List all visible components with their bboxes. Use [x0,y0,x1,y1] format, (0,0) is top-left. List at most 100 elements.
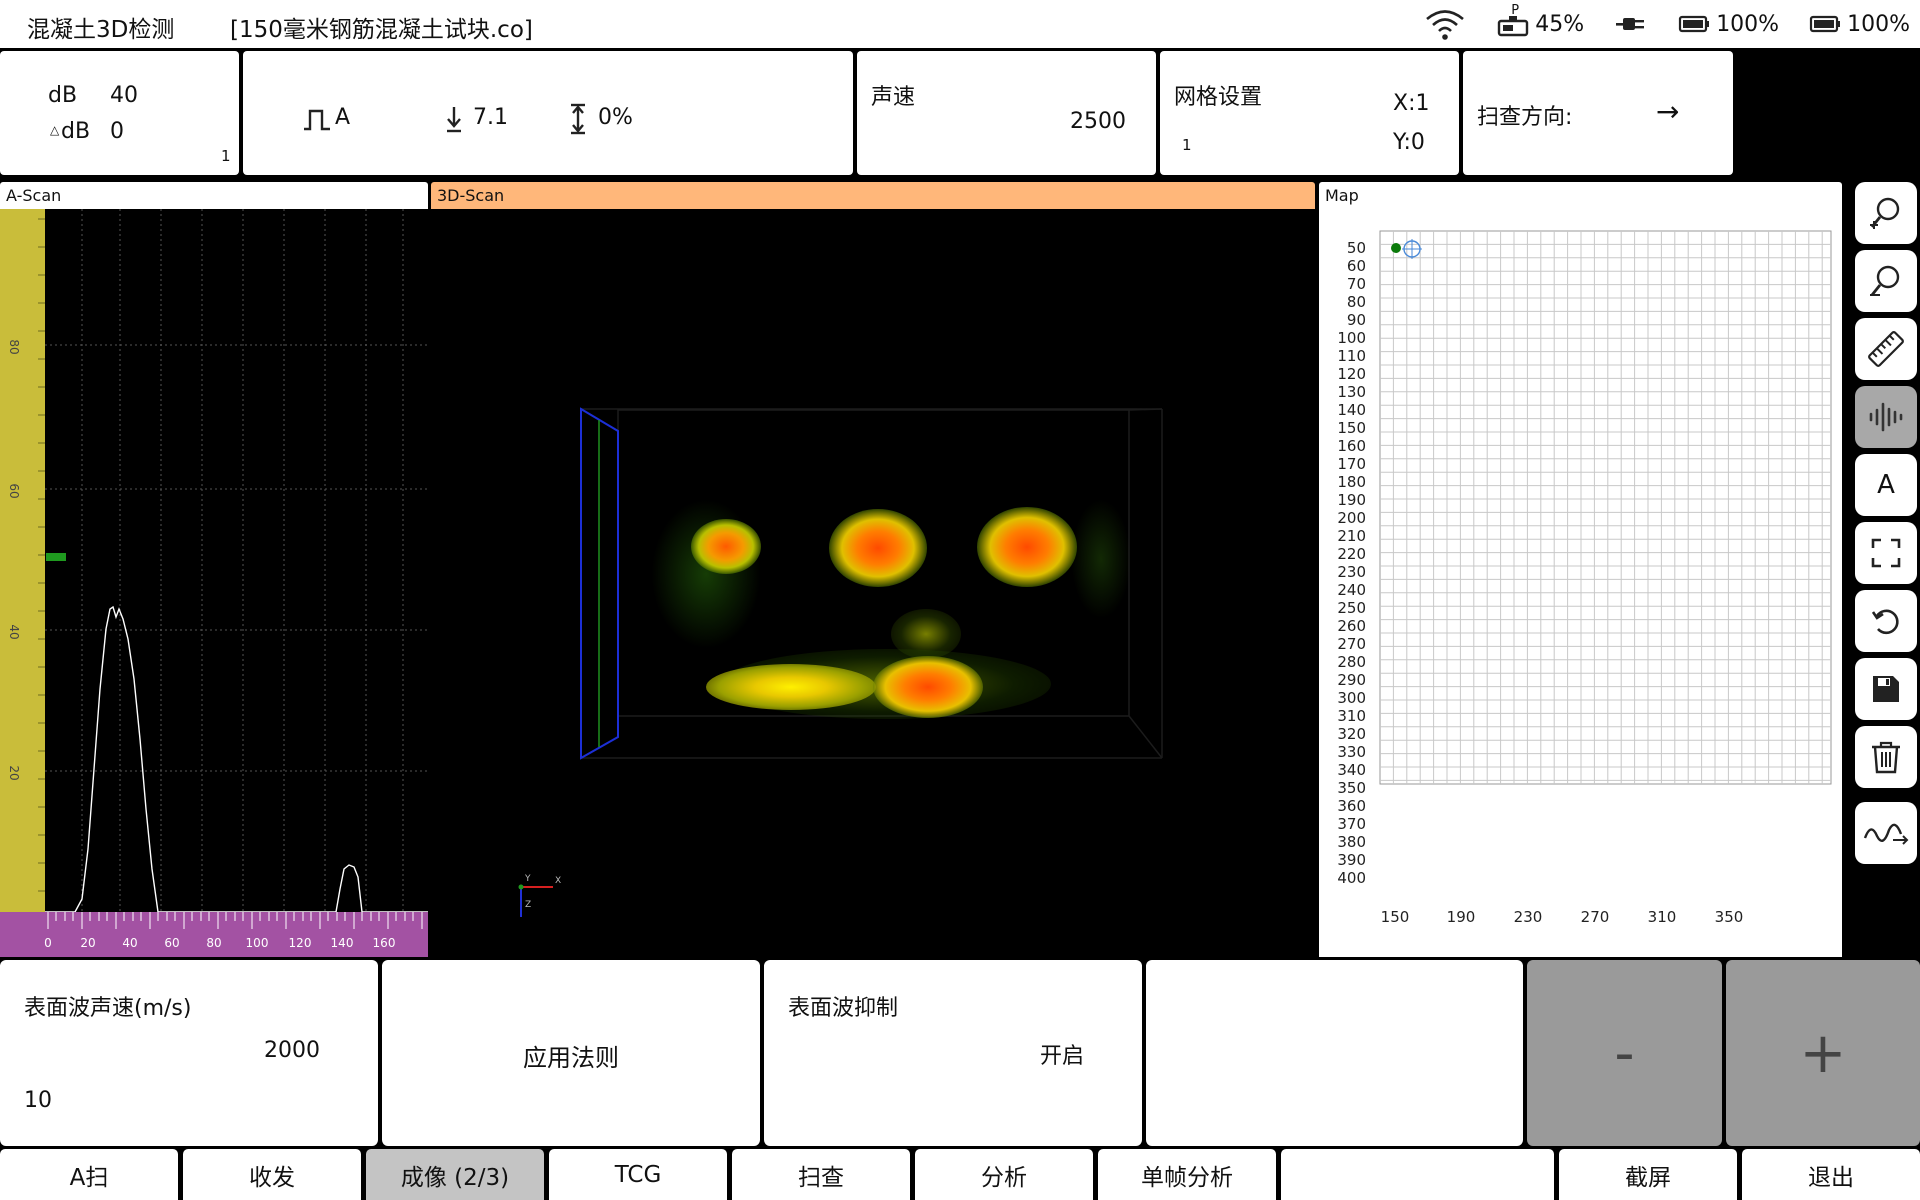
map-y-tick: 190 [1337,491,1366,509]
empty-control-slot [1146,960,1523,1146]
map-y-tick: 300 [1337,689,1366,707]
ascan-x-tick: 0 [44,936,52,950]
battery-2: 100% [1809,12,1910,37]
map-y-tick: 220 [1337,545,1366,563]
battery-1: 100% [1678,12,1779,37]
map-y-tick: 250 [1337,599,1366,617]
map-view[interactable]: 50 60 70 80 90 100 110 120 130 140 150 1… [1319,209,1842,957]
map-y-tick: 400 [1337,869,1366,887]
reflector-blob [706,664,876,710]
increase-button[interactable]: + [1726,960,1920,1146]
tab-screenshot[interactable]: 截屏 [1559,1149,1737,1200]
reflector-blob [873,656,983,718]
text-annotation-button[interactable]: A [1855,454,1917,516]
tab-transceiver[interactable]: 收发 [183,1149,361,1200]
save-icon [1873,676,1899,702]
file-name: [150毫米钢筋混凝土试块.co] [230,17,533,43]
ascan-x-tick: 80 [206,936,221,950]
surface-velocity-control[interactable]: 表面波声速(m/s) 2000 10 [0,960,378,1146]
fullscreen-icon [1871,538,1901,568]
decrease-button[interactable]: - [1527,960,1722,1146]
map-y-tick: 360 [1337,797,1366,815]
velocity-label: 声速 [871,85,916,110]
apply-rule-button[interactable]: 应用法则 [382,960,760,1146]
surface-suppress-control[interactable]: 表面波抑制 开启 [764,960,1142,1146]
gate-width-icon [571,103,585,135]
map-y-tick: 120 [1337,365,1366,383]
tab-single-frame-analysis[interactable]: 单帧分析 [1098,1149,1276,1200]
delta-db-label: dB [61,119,91,144]
probe-battery-level: 45% [1535,11,1585,37]
signal-button[interactable] [1855,802,1917,864]
tab-exit[interactable]: 退出 [1742,1149,1920,1200]
surface-velocity-label: 表面波声速(m/s) [24,996,192,1021]
distance-ruler [0,912,428,957]
map-y-tick: 200 [1337,509,1366,527]
ascan-title[interactable]: A-Scan [0,182,428,209]
surface-velocity-step: 10 [24,1088,52,1113]
scan-direction-label: 扫查方向: [1477,105,1573,130]
tab-analysis[interactable]: 分析 [915,1149,1093,1200]
reflector-blob [651,499,761,649]
reflector-blob [977,507,1077,587]
scan-direction-arrow: → [1656,95,1680,128]
tab-tcg[interactable]: TCG [549,1149,727,1200]
undo-button[interactable] [1855,590,1917,652]
surface-suppress-label: 表面波抑制 [788,996,899,1021]
map-x-tick: 190 [1447,908,1476,926]
map-y-tick: 90 [1347,311,1366,329]
map-y-tick: 340 [1337,761,1366,779]
scan3d-title[interactable]: 3D-Scan [431,182,1315,209]
status-bar: 混凝土3D检测 [150毫米钢筋混凝土试块.co] P 45% 100% 100… [0,0,1920,48]
map-y-tick: 150 [1337,419,1366,437]
map-y-tick: 210 [1337,527,1366,545]
ascan-x-tick: 160 [373,936,396,950]
ruler-icon [1868,331,1904,367]
fullscreen-button[interactable] [1855,522,1917,584]
tab-scan[interactable]: 扫查 [732,1149,910,1200]
scan-direction-panel[interactable]: 扫查方向: → [1463,51,1733,175]
zoom-in-button[interactable] [1855,182,1917,244]
gain-panel[interactable]: dB 40 △ dB 0 1 [0,51,239,175]
delta-icon: △ [50,123,60,137]
measure-button[interactable] [1855,318,1917,380]
arrow-down-icon [447,107,461,133]
velocity-panel[interactable]: 声速 2500 [857,51,1156,175]
ascan-x-tick: 20 [80,936,95,950]
map-y-tick: 110 [1337,347,1366,365]
map-x-tick: 230 [1514,908,1543,926]
grid-settings-panel[interactable]: 网格设置 1 X:1 Y:0 [1160,51,1459,175]
map-y-tick: 130 [1337,383,1366,401]
reflector-blob [829,509,927,587]
map-y-tick: 180 [1337,473,1366,491]
map-title[interactable]: Map [1319,182,1842,209]
tab-ascan[interactable]: A扫 [0,1149,178,1200]
db-step: 1 [221,147,231,165]
map-y-tick: 320 [1337,725,1366,743]
charging-status [1614,14,1648,34]
zoom-out-button[interactable] [1855,250,1917,312]
axis-gizmo: Y X Z [518,874,561,917]
app-title: 混凝土3D检测 [27,17,175,43]
ascan-view[interactable]: 80 60 40 20 0 20 40 60 80 100 120 140 16… [0,209,428,957]
apply-rule-label: 应用法则 [523,1044,619,1072]
velocity-value: 2500 [1070,109,1126,134]
map-y-tick: 50 [1347,239,1366,257]
map-y-tick: 380 [1337,833,1366,851]
undo-icon [1871,609,1899,635]
letter-a-icon: A [1877,470,1895,500]
ascan-y-tick: 20 [7,765,21,780]
save-button[interactable] [1855,658,1917,720]
tab-imaging[interactable]: 成像 (2/3) [366,1149,544,1200]
surface-suppress-value: 开启 [1039,1044,1084,1069]
waveform-button[interactable] [1855,386,1917,448]
battery-icon [1679,15,1710,33]
map-y-tick: 280 [1337,653,1366,671]
scan3d-view[interactable]: Y X Z [431,209,1315,957]
delete-button[interactable] [1855,726,1917,788]
gate-panel[interactable]: A 7.1 0% [243,51,853,175]
grid-y: Y:0 [1393,130,1425,155]
plus-label: + [1799,1020,1847,1086]
map-y-tick: 60 [1347,257,1366,275]
signal-wave-icon [1863,823,1909,845]
